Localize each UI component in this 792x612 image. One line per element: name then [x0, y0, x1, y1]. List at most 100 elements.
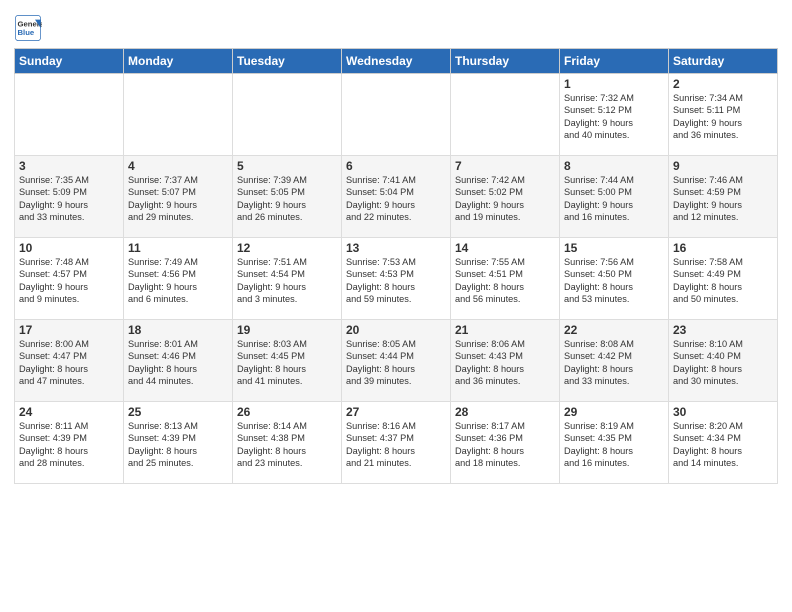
- day-cell: 10Sunrise: 7:48 AM Sunset: 4:57 PM Dayli…: [15, 238, 124, 320]
- day-number: 5: [237, 159, 337, 173]
- day-number: 4: [128, 159, 228, 173]
- day-cell: 17Sunrise: 8:00 AM Sunset: 4:47 PM Dayli…: [15, 320, 124, 402]
- day-detail: Sunrise: 8:20 AM Sunset: 4:34 PM Dayligh…: [673, 420, 773, 470]
- day-cell: 4Sunrise: 7:37 AM Sunset: 5:07 PM Daylig…: [124, 156, 233, 238]
- calendar: SundayMondayTuesdayWednesdayThursdayFrid…: [14, 48, 778, 484]
- day-cell: 13Sunrise: 7:53 AM Sunset: 4:53 PM Dayli…: [342, 238, 451, 320]
- day-cell: 22Sunrise: 8:08 AM Sunset: 4:42 PM Dayli…: [560, 320, 669, 402]
- day-detail: Sunrise: 8:06 AM Sunset: 4:43 PM Dayligh…: [455, 338, 555, 388]
- day-cell: [15, 74, 124, 156]
- day-number: 8: [564, 159, 664, 173]
- day-cell: 1Sunrise: 7:32 AM Sunset: 5:12 PM Daylig…: [560, 74, 669, 156]
- day-cell: 11Sunrise: 7:49 AM Sunset: 4:56 PM Dayli…: [124, 238, 233, 320]
- day-number: 16: [673, 241, 773, 255]
- day-cell: 20Sunrise: 8:05 AM Sunset: 4:44 PM Dayli…: [342, 320, 451, 402]
- day-number: 21: [455, 323, 555, 337]
- day-cell: 21Sunrise: 8:06 AM Sunset: 4:43 PM Dayli…: [451, 320, 560, 402]
- day-cell: [124, 74, 233, 156]
- week-row-1: 1Sunrise: 7:32 AM Sunset: 5:12 PM Daylig…: [15, 74, 778, 156]
- day-number: 15: [564, 241, 664, 255]
- day-number: 23: [673, 323, 773, 337]
- week-row-2: 3Sunrise: 7:35 AM Sunset: 5:09 PM Daylig…: [15, 156, 778, 238]
- weekday-thursday: Thursday: [451, 49, 560, 74]
- weekday-tuesday: Tuesday: [233, 49, 342, 74]
- day-number: 17: [19, 323, 119, 337]
- week-row-4: 17Sunrise: 8:00 AM Sunset: 4:47 PM Dayli…: [15, 320, 778, 402]
- day-number: 22: [564, 323, 664, 337]
- day-cell: [451, 74, 560, 156]
- day-cell: 30Sunrise: 8:20 AM Sunset: 4:34 PM Dayli…: [669, 402, 778, 484]
- day-detail: Sunrise: 8:08 AM Sunset: 4:42 PM Dayligh…: [564, 338, 664, 388]
- day-cell: 8Sunrise: 7:44 AM Sunset: 5:00 PM Daylig…: [560, 156, 669, 238]
- day-detail: Sunrise: 7:53 AM Sunset: 4:53 PM Dayligh…: [346, 256, 446, 306]
- day-detail: Sunrise: 7:41 AM Sunset: 5:04 PM Dayligh…: [346, 174, 446, 224]
- day-cell: 29Sunrise: 8:19 AM Sunset: 4:35 PM Dayli…: [560, 402, 669, 484]
- day-number: 6: [346, 159, 446, 173]
- day-cell: 12Sunrise: 7:51 AM Sunset: 4:54 PM Dayli…: [233, 238, 342, 320]
- day-number: 26: [237, 405, 337, 419]
- day-detail: Sunrise: 8:16 AM Sunset: 4:37 PM Dayligh…: [346, 420, 446, 470]
- week-row-5: 24Sunrise: 8:11 AM Sunset: 4:39 PM Dayli…: [15, 402, 778, 484]
- day-number: 19: [237, 323, 337, 337]
- day-number: 3: [19, 159, 119, 173]
- logo: General Blue: [14, 14, 46, 42]
- day-cell: 24Sunrise: 8:11 AM Sunset: 4:39 PM Dayli…: [15, 402, 124, 484]
- day-number: 27: [346, 405, 446, 419]
- day-cell: 28Sunrise: 8:17 AM Sunset: 4:36 PM Dayli…: [451, 402, 560, 484]
- day-cell: [233, 74, 342, 156]
- day-detail: Sunrise: 8:11 AM Sunset: 4:39 PM Dayligh…: [19, 420, 119, 470]
- day-number: 14: [455, 241, 555, 255]
- svg-text:Blue: Blue: [18, 28, 35, 37]
- day-cell: 7Sunrise: 7:42 AM Sunset: 5:02 PM Daylig…: [451, 156, 560, 238]
- day-number: 10: [19, 241, 119, 255]
- day-number: 9: [673, 159, 773, 173]
- weekday-saturday: Saturday: [669, 49, 778, 74]
- day-number: 25: [128, 405, 228, 419]
- day-detail: Sunrise: 7:35 AM Sunset: 5:09 PM Dayligh…: [19, 174, 119, 224]
- day-cell: 15Sunrise: 7:56 AM Sunset: 4:50 PM Dayli…: [560, 238, 669, 320]
- weekday-sunday: Sunday: [15, 49, 124, 74]
- day-number: 28: [455, 405, 555, 419]
- day-cell: 16Sunrise: 7:58 AM Sunset: 4:49 PM Dayli…: [669, 238, 778, 320]
- day-number: 29: [564, 405, 664, 419]
- day-cell: 3Sunrise: 7:35 AM Sunset: 5:09 PM Daylig…: [15, 156, 124, 238]
- day-detail: Sunrise: 8:03 AM Sunset: 4:45 PM Dayligh…: [237, 338, 337, 388]
- day-detail: Sunrise: 8:14 AM Sunset: 4:38 PM Dayligh…: [237, 420, 337, 470]
- day-detail: Sunrise: 8:13 AM Sunset: 4:39 PM Dayligh…: [128, 420, 228, 470]
- day-detail: Sunrise: 8:05 AM Sunset: 4:44 PM Dayligh…: [346, 338, 446, 388]
- day-number: 2: [673, 77, 773, 91]
- day-detail: Sunrise: 7:46 AM Sunset: 4:59 PM Dayligh…: [673, 174, 773, 224]
- day-cell: 5Sunrise: 7:39 AM Sunset: 5:05 PM Daylig…: [233, 156, 342, 238]
- day-detail: Sunrise: 8:19 AM Sunset: 4:35 PM Dayligh…: [564, 420, 664, 470]
- day-detail: Sunrise: 7:51 AM Sunset: 4:54 PM Dayligh…: [237, 256, 337, 306]
- day-number: 30: [673, 405, 773, 419]
- day-cell: 25Sunrise: 8:13 AM Sunset: 4:39 PM Dayli…: [124, 402, 233, 484]
- day-cell: 19Sunrise: 8:03 AM Sunset: 4:45 PM Dayli…: [233, 320, 342, 402]
- day-detail: Sunrise: 7:49 AM Sunset: 4:56 PM Dayligh…: [128, 256, 228, 306]
- day-number: 18: [128, 323, 228, 337]
- day-cell: 2Sunrise: 7:34 AM Sunset: 5:11 PM Daylig…: [669, 74, 778, 156]
- day-number: 20: [346, 323, 446, 337]
- day-number: 24: [19, 405, 119, 419]
- day-detail: Sunrise: 8:01 AM Sunset: 4:46 PM Dayligh…: [128, 338, 228, 388]
- page: General Blue SundayMondayTuesdayWednesda…: [0, 0, 792, 612]
- day-detail: Sunrise: 7:34 AM Sunset: 5:11 PM Dayligh…: [673, 92, 773, 142]
- day-number: 1: [564, 77, 664, 91]
- day-cell: [342, 74, 451, 156]
- day-number: 7: [455, 159, 555, 173]
- day-detail: Sunrise: 7:39 AM Sunset: 5:05 PM Dayligh…: [237, 174, 337, 224]
- header: General Blue: [14, 10, 778, 42]
- day-cell: 6Sunrise: 7:41 AM Sunset: 5:04 PM Daylig…: [342, 156, 451, 238]
- day-detail: Sunrise: 7:48 AM Sunset: 4:57 PM Dayligh…: [19, 256, 119, 306]
- day-detail: Sunrise: 7:56 AM Sunset: 4:50 PM Dayligh…: [564, 256, 664, 306]
- day-detail: Sunrise: 8:00 AM Sunset: 4:47 PM Dayligh…: [19, 338, 119, 388]
- weekday-header-row: SundayMondayTuesdayWednesdayThursdayFrid…: [15, 49, 778, 74]
- day-number: 13: [346, 241, 446, 255]
- day-detail: Sunrise: 7:42 AM Sunset: 5:02 PM Dayligh…: [455, 174, 555, 224]
- day-number: 11: [128, 241, 228, 255]
- weekday-friday: Friday: [560, 49, 669, 74]
- weekday-monday: Monday: [124, 49, 233, 74]
- day-cell: 18Sunrise: 8:01 AM Sunset: 4:46 PM Dayli…: [124, 320, 233, 402]
- logo-icon: General Blue: [14, 14, 42, 42]
- day-detail: Sunrise: 7:32 AM Sunset: 5:12 PM Dayligh…: [564, 92, 664, 142]
